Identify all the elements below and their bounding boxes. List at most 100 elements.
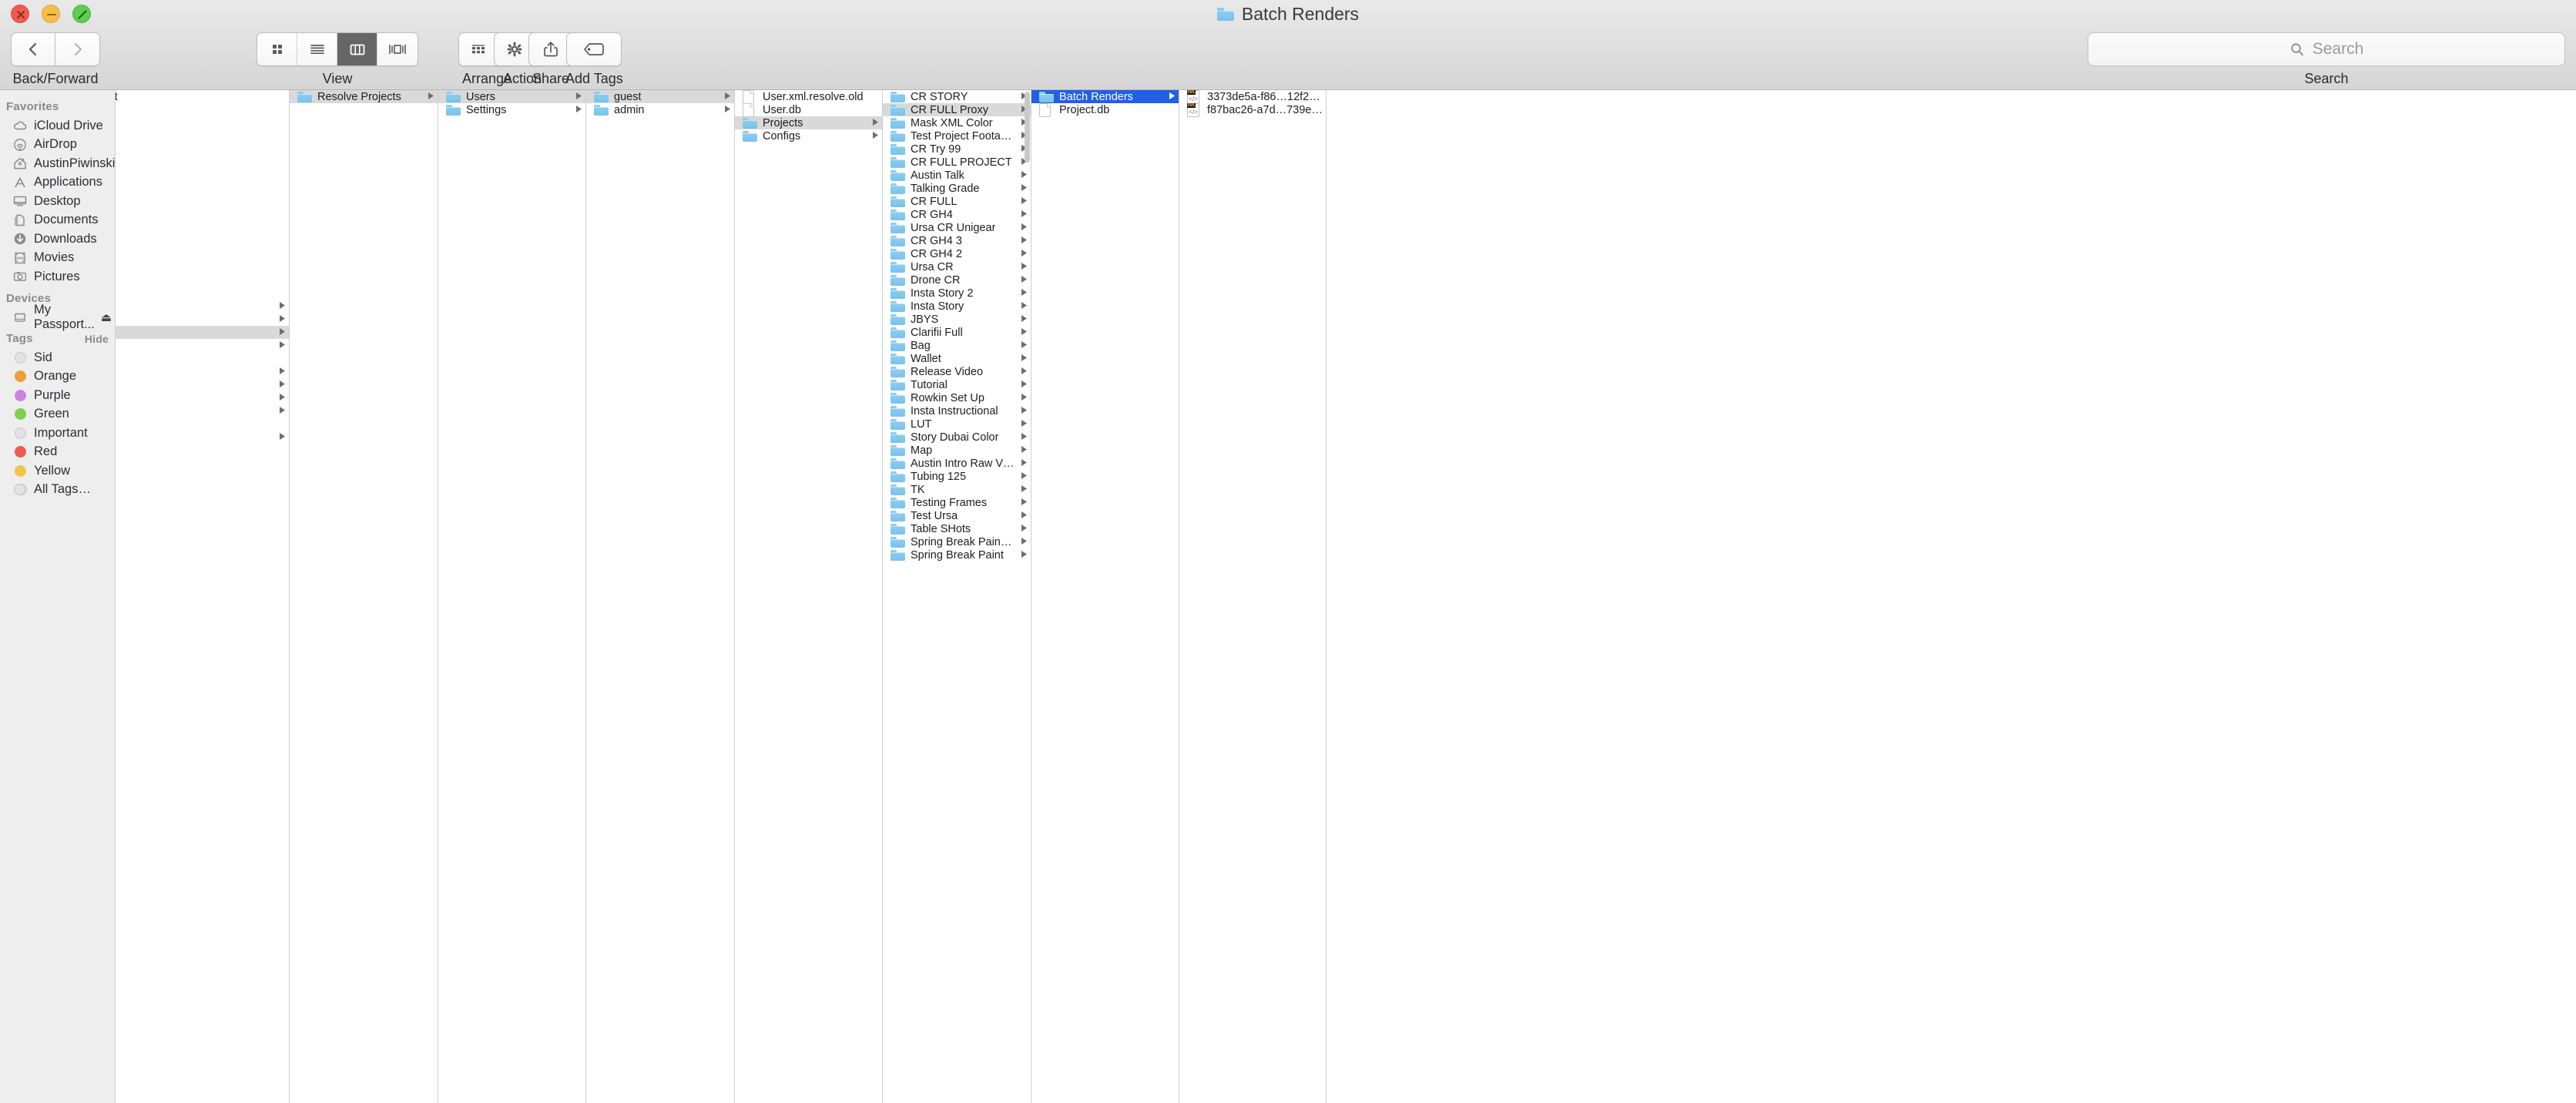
disclosure-triangle-icon[interactable] xyxy=(1015,170,1028,180)
disclosure-triangle-icon[interactable] xyxy=(1015,484,1028,495)
disclosure-triangle-icon[interactable] xyxy=(273,432,286,442)
column-resolve-projects[interactable]: Resolve Projects xyxy=(290,90,438,1103)
column-row[interactable]: Talking Grade xyxy=(883,182,1031,195)
column-row[interactable]: non xyxy=(116,156,289,169)
column-row[interactable]: XML</> 3373de5a-f86…12f2fcf564.xml xyxy=(1179,90,1326,104)
sidebar-item-austinpiwinski[interactable]: AustinPiwinski xyxy=(0,154,115,173)
column-row[interactable]: Test Ursa xyxy=(883,509,1031,522)
column-row[interactable]: Ursa CR Unigear xyxy=(883,221,1031,234)
column-library-clipped[interactable]: Daemon.plistnnonnon1on1on.xml1onnonLselc… xyxy=(116,90,290,1103)
disclosure-triangle-icon[interactable] xyxy=(1015,511,1028,521)
sidebar-item-pictures[interactable]: Pictures xyxy=(0,267,115,287)
column-row[interactable]: Spring Break Paint xyxy=(883,548,1031,562)
column-row[interactable]: Bag xyxy=(883,339,1031,352)
disclosure-triangle-icon[interactable] xyxy=(1015,196,1028,206)
disclosure-triangle-icon[interactable] xyxy=(1015,537,1028,547)
column-row[interactable] xyxy=(116,208,289,221)
column-row[interactable]: Spring Break Paint Edit xyxy=(883,535,1031,548)
column-row[interactable]: XML</> f87bac26-a7d…739ea7c8f5.xml xyxy=(1179,102,1326,117)
column-row[interactable]: Tubing 125 xyxy=(883,470,1031,483)
column-row[interactable]: Testing Frames xyxy=(883,496,1031,509)
column-row[interactable]: se xyxy=(116,326,289,339)
disclosure-triangle-icon[interactable] xyxy=(1015,288,1028,298)
column-row[interactable] xyxy=(116,339,289,352)
disclosure-triangle-icon[interactable] xyxy=(1015,236,1028,246)
icon-view-button[interactable] xyxy=(257,33,297,65)
column-row[interactable]: Austin Talk xyxy=(883,169,1031,182)
sidebar-hide-tags-button[interactable]: Hide xyxy=(85,333,115,345)
search-input[interactable]: Search xyxy=(2088,32,2565,66)
column-row[interactable]: non xyxy=(116,142,289,156)
column-row[interactable]: Batch Renders xyxy=(1031,90,1179,103)
column-row[interactable]: CR GH4 xyxy=(883,208,1031,221)
back-button[interactable] xyxy=(11,32,55,66)
sidebar-item-purple[interactable]: Purple xyxy=(0,386,115,405)
column-row[interactable] xyxy=(116,247,289,260)
sidebar-item-movies[interactable]: Movies xyxy=(0,249,115,268)
sidebar-item-downloads[interactable]: Downloads xyxy=(0,230,115,249)
sidebar-item-important[interactable]: Important xyxy=(0,424,115,443)
column-row[interactable] xyxy=(116,116,289,129)
column-browser[interactable]: Daemon.plistnnonnon1on1on.xml1onnonLselc… xyxy=(116,90,2576,1103)
disclosure-triangle-icon[interactable] xyxy=(1015,419,1028,429)
column-row[interactable]: admin xyxy=(586,103,734,116)
column-row[interactable]: 1on xyxy=(116,169,289,182)
disclosure-triangle-icon[interactable] xyxy=(718,105,731,115)
column-row[interactable] xyxy=(116,431,289,444)
disclosure-triangle-icon[interactable] xyxy=(1015,367,1028,377)
disclosure-triangle-icon[interactable] xyxy=(569,92,582,102)
disclosure-triangle-icon[interactable] xyxy=(273,393,286,403)
disclosure-triangle-icon[interactable] xyxy=(273,301,286,311)
column-row[interactable]: Wallet xyxy=(883,352,1031,365)
column-row[interactable] xyxy=(116,287,289,300)
column-row[interactable]: Settings xyxy=(438,103,585,116)
column-batch-renders[interactable]: XML</> 3373de5a-f86…12f2fcf564.xml XML</> f… xyxy=(1179,90,1327,1103)
eject-icon[interactable]: ⏏ xyxy=(101,310,115,324)
sidebar-item-documents[interactable]: Documents xyxy=(0,211,115,230)
column-row[interactable]: TK xyxy=(883,483,1031,496)
column-cr-full-proxy[interactable]: Batch Renders Project.db xyxy=(1031,90,1179,1103)
column-row[interactable]: Tutorial xyxy=(883,378,1031,391)
disclosure-triangle-icon[interactable] xyxy=(1015,223,1028,233)
column-row[interactable] xyxy=(116,378,289,391)
forward-button[interactable] xyxy=(55,32,100,66)
disclosure-triangle-icon[interactable] xyxy=(1015,314,1028,324)
column-row[interactable]: CR Try 99 xyxy=(883,142,1031,156)
column-row[interactable]: Rowkin Set Up xyxy=(883,391,1031,404)
column-row[interactable]: n xyxy=(116,103,289,116)
sidebar[interactable]: Favorites iCloud Drive AirDrop AustinPiwins… xyxy=(0,90,116,1103)
sidebar-item-orange[interactable]: Orange xyxy=(0,367,115,387)
column-row[interactable]: on xyxy=(116,273,289,287)
column-row[interactable]: Story Dubai Color xyxy=(883,431,1031,444)
column-row[interactable]: CR FULL Proxy xyxy=(883,103,1031,116)
disclosure-triangle-icon[interactable] xyxy=(718,92,731,102)
column-resolve-root[interactable]: Users Settings xyxy=(438,90,586,1103)
column-row[interactable]: Resolve Projects xyxy=(290,90,438,103)
column-scrollbar[interactable] xyxy=(1025,92,1030,163)
column-row[interactable]: 1on xyxy=(116,221,289,234)
column-row[interactable]: CR FULL PROJECT xyxy=(883,156,1031,169)
column-row[interactable]: Mask XML Color xyxy=(883,116,1031,129)
sidebar-item-icloud-drive[interactable]: iCloud Drive xyxy=(0,116,115,136)
disclosure-triangle-icon[interactable] xyxy=(273,406,286,416)
disclosure-triangle-icon[interactable] xyxy=(1015,432,1028,442)
disclosure-triangle-icon[interactable] xyxy=(1015,340,1028,350)
column-row[interactable]: Map xyxy=(883,444,1031,457)
column-row[interactable]: LUT xyxy=(883,417,1031,431)
list-view-button[interactable] xyxy=(297,33,337,65)
disclosure-triangle-icon[interactable] xyxy=(1015,393,1028,403)
disclosure-triangle-icon[interactable] xyxy=(1015,471,1028,481)
disclosure-triangle-icon[interactable] xyxy=(1015,249,1028,259)
add-tags-button[interactable] xyxy=(566,32,622,66)
column-row[interactable] xyxy=(116,182,289,195)
column-row[interactable]: Clarifii Full xyxy=(883,326,1031,339)
column-row[interactable] xyxy=(116,365,289,378)
disclosure-triangle-icon[interactable] xyxy=(273,340,286,350)
column-row[interactable]: n xyxy=(116,234,289,247)
column-row[interactable]: CR GH4 2 xyxy=(883,247,1031,260)
disclosure-triangle-icon[interactable] xyxy=(1015,445,1028,455)
column-guest[interactable]: User.xml.resolve.old User.db Projects Confi… xyxy=(735,90,883,1103)
disclosure-triangle-icon[interactable] xyxy=(1015,406,1028,416)
sidebar-item-applications[interactable]: Applications xyxy=(0,173,115,193)
column-row[interactable]: Projects xyxy=(735,116,882,129)
